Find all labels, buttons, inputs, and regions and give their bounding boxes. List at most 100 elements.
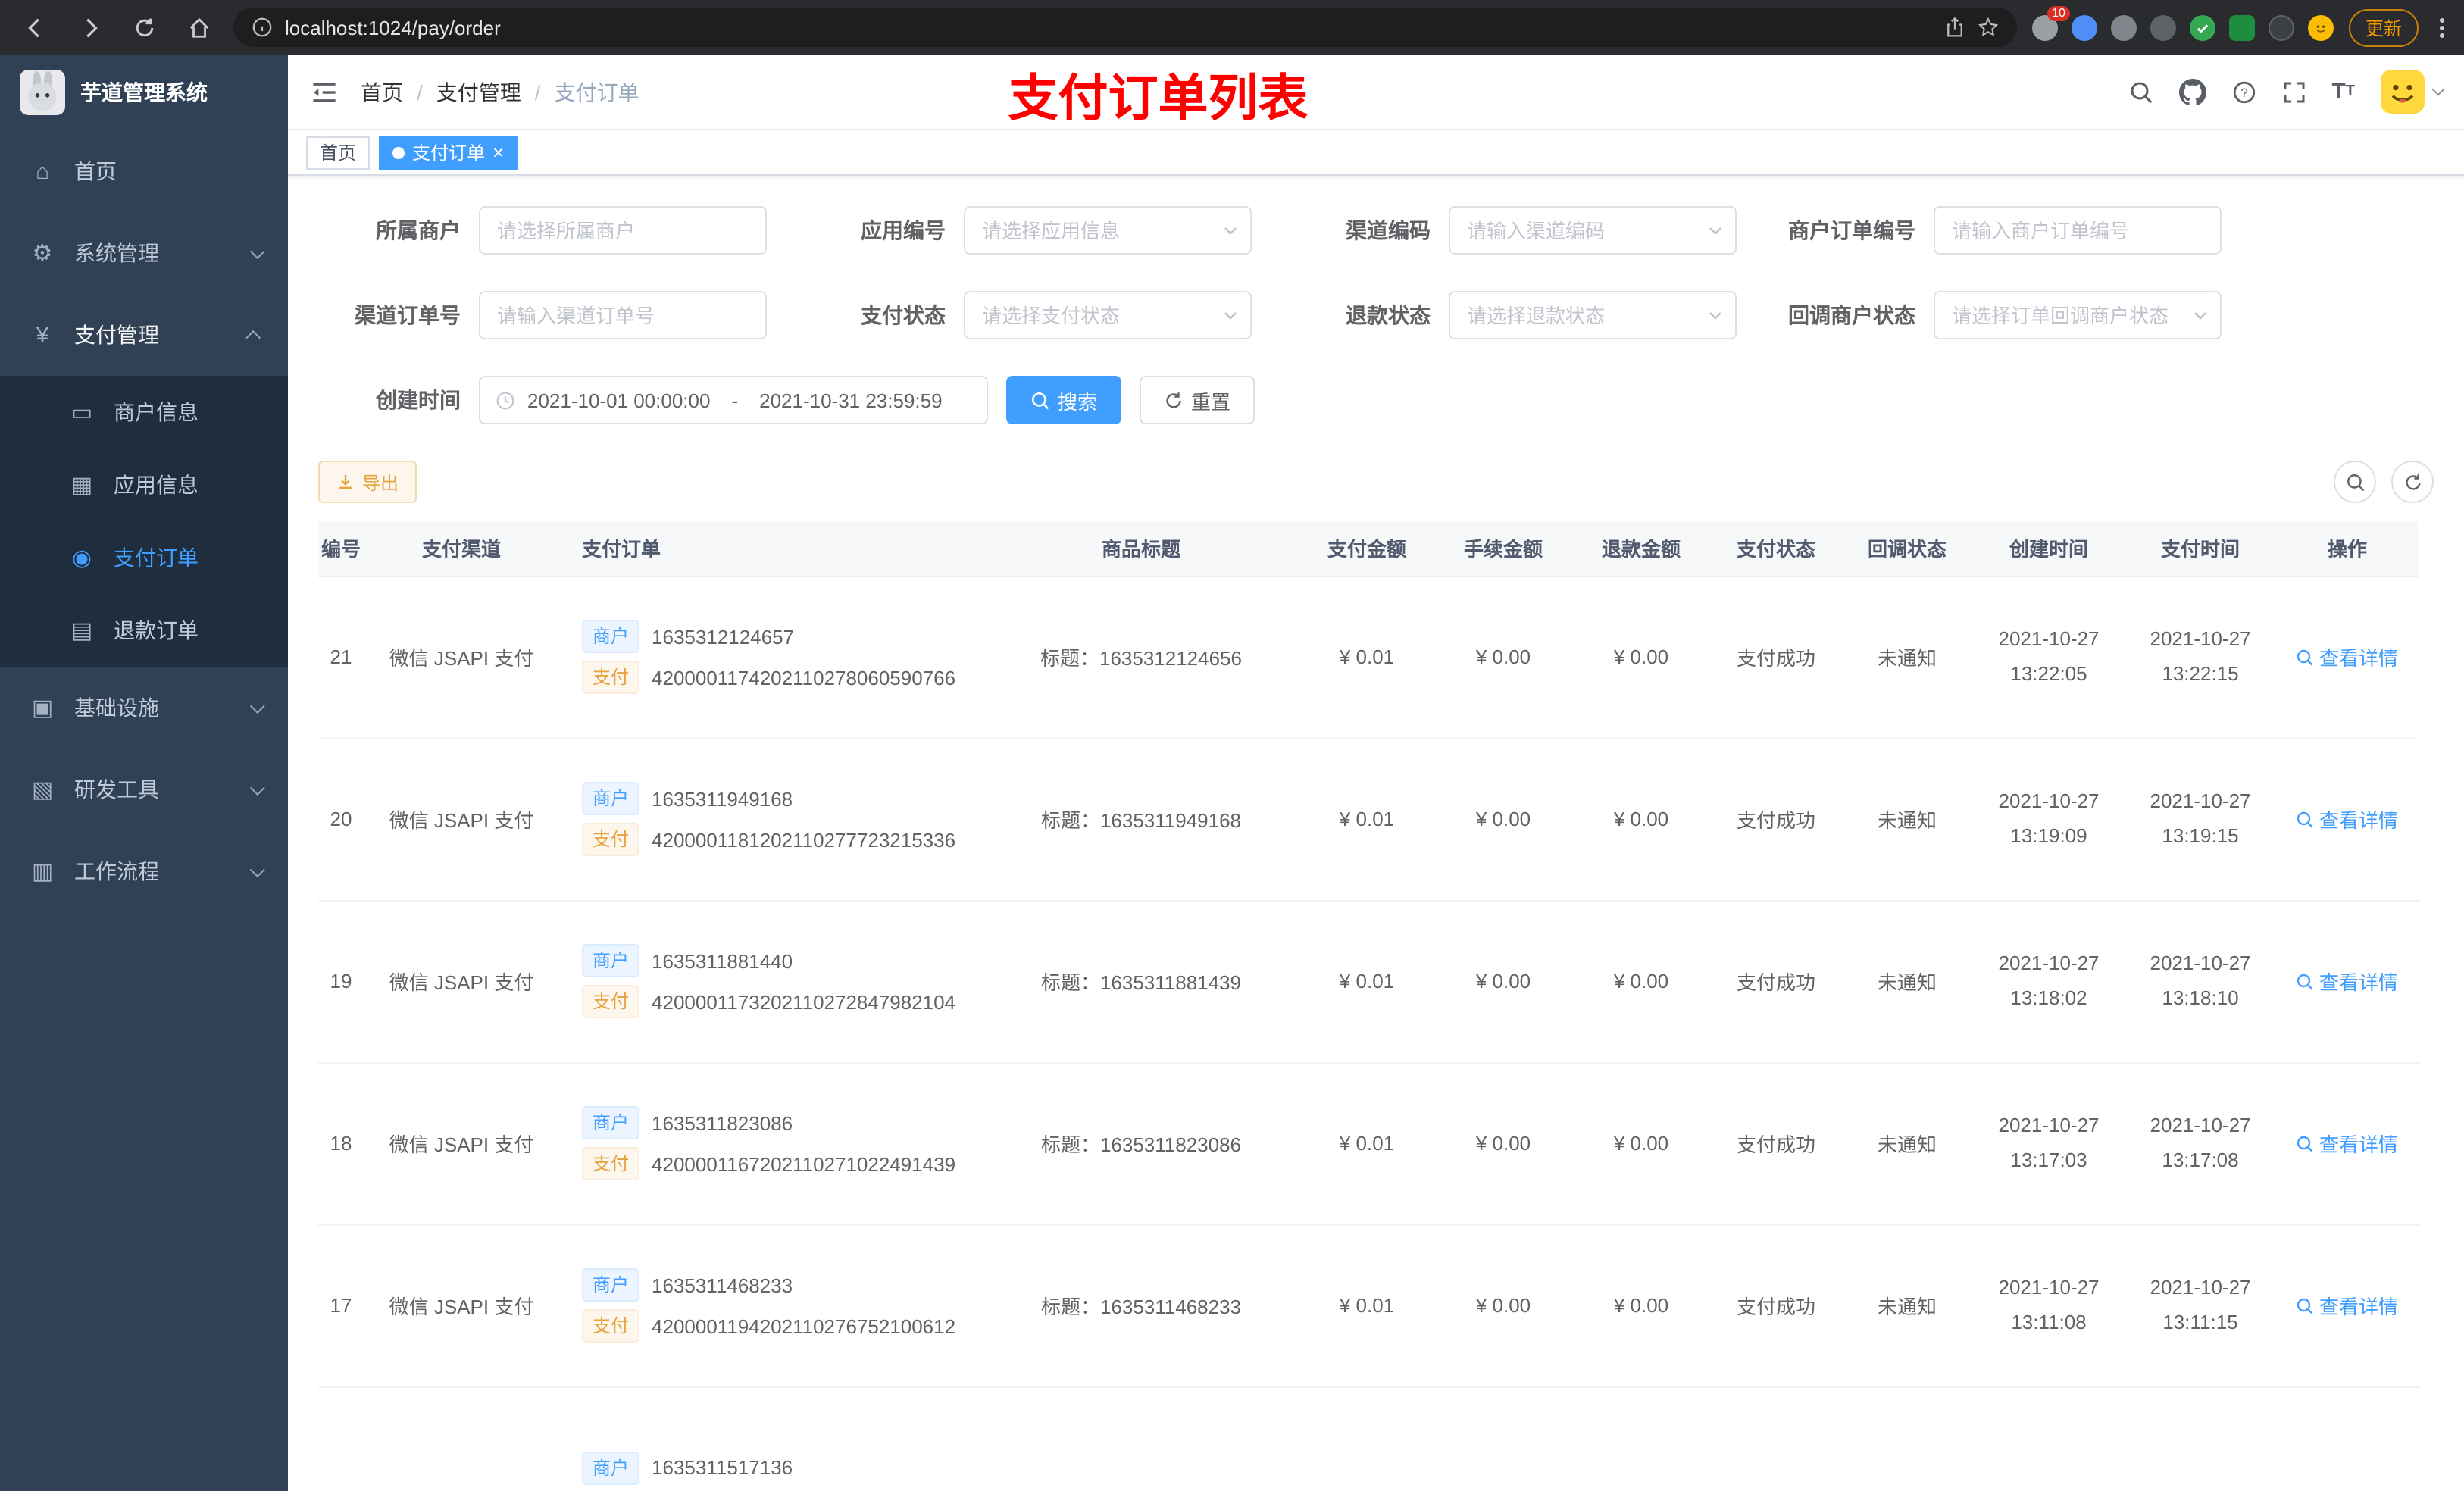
create-time: 2021-10-27 13:18:02 (1973, 900, 2125, 1063)
col-pay-order: 支付订单 (559, 521, 983, 577)
col-fee: 手续金额 (1435, 521, 1571, 577)
browser-reload-button[interactable] (124, 8, 164, 47)
extension-gray-icon[interactable] (2110, 14, 2137, 40)
sidebar-item-pay-order[interactable]: ◉ 支付订单 (0, 521, 288, 594)
github-icon[interactable] (2178, 78, 2206, 105)
order-id (318, 1386, 364, 1491)
tag-pay-order[interactable]: 支付订单 × (379, 136, 518, 169)
share-icon[interactable] (1944, 17, 1965, 38)
extension-face-icon[interactable] (2307, 14, 2334, 40)
table-header-row: 编号 支付渠道 支付订单 商品标题 支付金额 手续金额 退款金额 支付状态 回调… (318, 521, 2419, 577)
sidebar-item-dev-tools[interactable]: ▧ 研发工具 (0, 749, 288, 830)
create-time (1973, 1386, 2125, 1491)
pay-amount: ¥ 0.01 (1299, 900, 1435, 1063)
create-time: 2021-10-27 13:11:08 (1973, 1224, 2125, 1387)
view-detail-link[interactable]: 查看详情 (2297, 642, 2398, 671)
merchant-order-no-input[interactable] (1934, 206, 2222, 255)
extension-check-icon[interactable] (2189, 14, 2215, 40)
browser-update-button[interactable]: 更新 (2348, 8, 2419, 46)
font-size-icon[interactable]: TT (2331, 79, 2355, 105)
refresh-button[interactable] (2391, 461, 2434, 503)
fee-amount (1435, 1386, 1571, 1491)
extension-puzzle-icon[interactable]: 10 (2031, 5, 2070, 40)
sidebar-item-merchant-info[interactable]: ▭ 商户信息 (0, 376, 288, 449)
breadcrumb-pay-manage[interactable]: 支付管理 (436, 77, 521, 107)
fullscreen-icon[interactable] (2281, 80, 2306, 104)
sidebar-item-home[interactable]: ⌂ 首页 (0, 130, 288, 212)
breadcrumb-home[interactable]: 首页 (361, 77, 403, 107)
browser-address-bar[interactable]: localhost:1024/pay/order (233, 8, 2017, 47)
extension-dark-gray-icon[interactable] (2150, 14, 2176, 40)
view-detail-link[interactable]: 查看详情 (2297, 805, 2398, 833)
table-mini-tools (2334, 461, 2434, 503)
bookmark-star-icon[interactable] (1978, 17, 1999, 38)
dashboard-icon: ⌂ (35, 158, 50, 184)
avatar-face-icon (2381, 70, 2425, 114)
extension-blue-icon[interactable] (2071, 14, 2097, 40)
refund-amount: ¥ 0.00 (1571, 900, 1711, 1063)
pay-time: 2021-10-27 13:18:10 (2125, 900, 2276, 1063)
pay-channel: 微信 JSAPI 支付 (364, 576, 559, 739)
sidebar-item-refund-order[interactable]: ▤ 退款订单 (0, 594, 288, 667)
extension-pin-icon[interactable] (2268, 14, 2294, 40)
pay-order-cell: 商户 1635311881440 支付 42000011732021102728… (559, 900, 983, 1063)
chevron-up-icon (245, 329, 261, 345)
filter-row-3: 创建时间 2021-10-01 00:00:00 - 2021-10-31 23… (318, 376, 2434, 424)
merchant-order-no: 1635311468233 (652, 1274, 793, 1296)
create-time-range-input[interactable]: 2021-10-01 00:00:00 - 2021-10-31 23:59:5… (479, 376, 988, 424)
goods-title: 标题：1635312124656 (983, 576, 1299, 739)
pay-order-cell: 商户 1635311517136 支付 (559, 1386, 983, 1491)
sidebar-logo[interactable]: 芋道管理系统 (0, 55, 288, 130)
merchant-tag: 商户 (582, 944, 640, 977)
goods-title: 标题：1635311823086 (983, 1062, 1299, 1225)
app-title: 芋道管理系统 (80, 80, 208, 105)
merchant-tag: 商户 (582, 1451, 640, 1484)
browser-back-button[interactable] (15, 8, 55, 47)
pay-status-label: 支付状态 (861, 303, 946, 327)
col-id: 编号 (318, 521, 364, 577)
site-info-icon[interactable] (252, 17, 273, 38)
merchant-select[interactable] (479, 206, 767, 255)
date-separator: - (731, 389, 739, 411)
col-title: 商品标题 (983, 521, 1299, 577)
toggle-search-button[interactable] (2334, 461, 2376, 503)
fee-amount: ¥ 0.00 (1435, 576, 1571, 739)
channel-pay-no: 4200001181202110277723215336 (652, 828, 956, 851)
view-detail-link[interactable]: 查看详情 (2297, 1291, 2398, 1320)
browser-home-button[interactable] (179, 8, 218, 47)
merchant-card-icon: ▭ (70, 400, 93, 426)
actions-cell: 查看详情 (2276, 738, 2419, 901)
sidebar-item-payment[interactable]: ¥ 支付管理 (0, 294, 288, 376)
refund-amount: ¥ 0.00 (1571, 1062, 1711, 1225)
search-icon[interactable] (2128, 80, 2153, 104)
user-avatar[interactable] (2381, 70, 2445, 114)
sidebar-toggle-icon[interactable] (288, 78, 361, 105)
reset-button[interactable]: 重置 (1140, 376, 1255, 424)
pay-status-select[interactable] (964, 291, 1252, 339)
view-detail-link[interactable]: 查看详情 (2297, 967, 2398, 996)
chevron-down-icon (249, 698, 265, 714)
chevron-down-icon (249, 861, 265, 877)
tag-home[interactable]: 首页 (306, 136, 371, 169)
view-detail-link[interactable]: 查看详情 (2297, 1129, 2398, 1158)
sidebar-item-workflow[interactable]: ▥ 工作流程 (0, 830, 288, 912)
sidebar-item-infrastructure[interactable]: ▣ 基础设施 (0, 667, 288, 749)
refund-status-select[interactable] (1449, 291, 1737, 339)
search-button[interactable]: 搜索 (1006, 376, 1122, 424)
refund-amount: ¥ 0.00 (1571, 576, 1711, 739)
close-icon[interactable]: × (492, 142, 504, 162)
question-icon[interactable]: ? (2231, 80, 2256, 104)
app-no-select[interactable] (964, 206, 1252, 255)
extension-green-square-icon[interactable] (2228, 14, 2255, 40)
sidebar-item-system[interactable]: ⚙ 系统管理 (0, 212, 288, 294)
channel-order-no-input[interactable] (479, 291, 767, 339)
channel-code-select[interactable] (1449, 206, 1737, 255)
kebab-menu-icon[interactable] (2434, 14, 2449, 40)
export-button[interactable]: 导出 (318, 461, 417, 503)
sidebar-item-app-info[interactable]: ▦ 应用信息 (0, 449, 288, 521)
pay-time: 2021-10-27 13:17:08 (2125, 1062, 2276, 1225)
goods-title: 标题：1635311881439 (983, 900, 1299, 1063)
notify-status-select[interactable] (1934, 291, 2222, 339)
top-navbar: 首页 / 支付管理 / 支付订单 ? TT (288, 55, 2464, 130)
browser-forward-button[interactable] (70, 8, 109, 47)
